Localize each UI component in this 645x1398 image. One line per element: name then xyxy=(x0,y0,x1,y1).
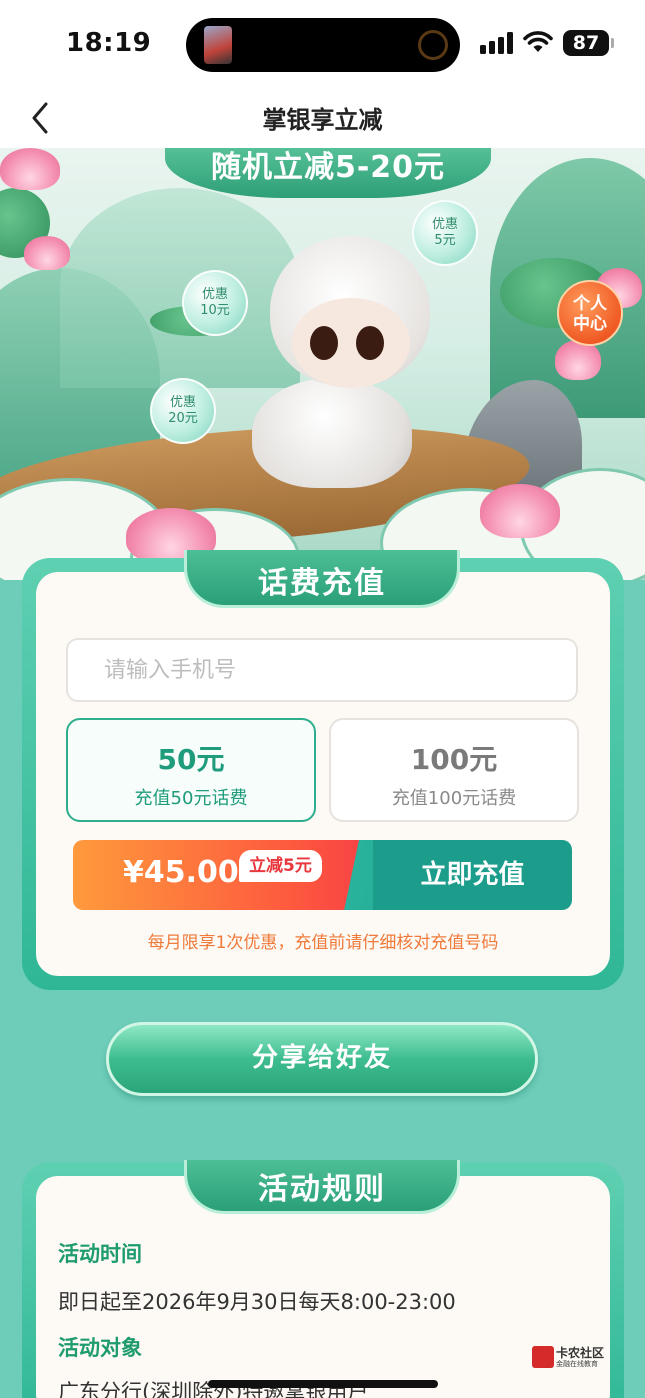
now-playing-thumbnail xyxy=(204,26,232,64)
mascot-eye xyxy=(356,326,384,360)
option-description: 充值100元话费 xyxy=(391,788,517,809)
option-100[interactable]: 100元 充值100元话费 xyxy=(329,718,579,822)
battery-level: 87 xyxy=(572,32,600,54)
rules-title: 活动规则 xyxy=(258,1172,386,1207)
recharge-now-button[interactable]: 立即充值 xyxy=(373,840,572,910)
discount-bubble-5[interactable]: 优惠 5元 xyxy=(412,200,478,266)
bubble-label: 优惠 xyxy=(169,395,196,410)
status-time: 18:19 xyxy=(66,28,152,58)
dynamic-island[interactable] xyxy=(186,18,460,72)
lotus-flower xyxy=(0,148,60,190)
rule-text: 即日起至2026年9月30日每天8:00-23:00 xyxy=(58,1290,456,1314)
watermark-subtitle: 金融在线教育 xyxy=(556,1360,598,1368)
activity-ring-icon xyxy=(418,30,448,60)
personal-center-label: 个人 xyxy=(573,294,607,314)
bubble-label: 优惠 xyxy=(431,217,458,232)
lotus-flower xyxy=(480,484,560,538)
wifi-icon xyxy=(523,31,553,52)
share-button[interactable]: 分享给好友 xyxy=(106,1022,538,1096)
discount-badge: 立减5元 xyxy=(239,850,322,882)
watermark: 卡农社区 金融在线教育 xyxy=(532,1344,610,1372)
option-amount: 50元 xyxy=(157,743,225,776)
battery-icon: 87 xyxy=(563,30,609,56)
mountain-illustration xyxy=(60,188,300,388)
navigation-bar: 掌银享立减 xyxy=(0,88,645,148)
banner-text: 随机立减5-20元 xyxy=(210,150,446,185)
price: ¥45.00 xyxy=(123,855,239,890)
pay-bar: ¥45.00 立减5元 立即充值 xyxy=(73,840,572,910)
status-bar: 18:19 87 xyxy=(0,0,645,88)
phone-number-input[interactable] xyxy=(66,638,578,702)
watermark-logo-icon xyxy=(532,1346,554,1368)
battery-cap xyxy=(611,38,614,48)
rule-heading: 活动对象 xyxy=(58,1336,142,1360)
lotus-flower xyxy=(24,236,70,270)
mascot-body xyxy=(252,378,412,488)
cellular-signal-icon xyxy=(480,32,513,54)
bubble-value: 10元 xyxy=(200,303,230,318)
option-description: 充值50元话费 xyxy=(134,788,248,809)
discount-bubble-20[interactable]: 优惠 20元 xyxy=(150,378,216,444)
discount-bubble-10[interactable]: 优惠 10元 xyxy=(182,270,248,336)
personal-center-label: 中心 xyxy=(573,314,607,334)
personal-center-button[interactable]: 个人 中心 xyxy=(557,280,623,346)
page-title: 掌银享立减 xyxy=(262,106,383,134)
bubble-label: 优惠 xyxy=(201,287,228,302)
recharge-title: 话费充值 xyxy=(258,566,386,601)
bubble-value: 5元 xyxy=(434,233,456,248)
hero-banner: 随机立减5-20元 优惠 10元 优惠 5元 优惠 20元 xyxy=(0,148,645,580)
bubble-value: 20元 xyxy=(168,411,198,426)
option-amount: 100元 xyxy=(410,743,498,776)
mascot-eye xyxy=(310,326,338,360)
recharge-note: 每月限享1次优惠，充值前请仔细核对充值号码 xyxy=(147,933,499,953)
rule-heading: 活动时间 xyxy=(58,1242,142,1266)
home-indicator[interactable] xyxy=(208,1380,438,1388)
option-50[interactable]: 50元 充值50元话费 xyxy=(66,718,316,822)
lotus-flower xyxy=(555,340,601,380)
